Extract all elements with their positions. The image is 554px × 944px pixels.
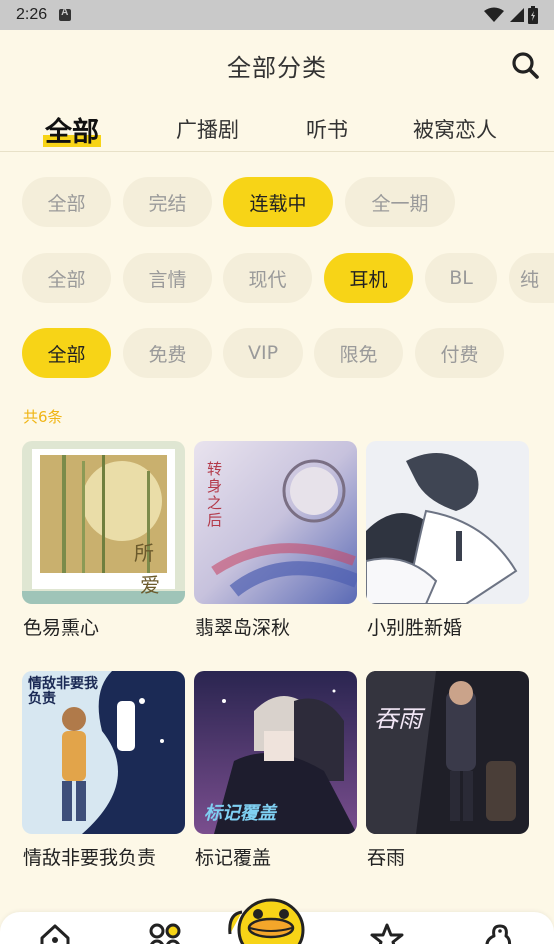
item-title: 情敌非要我负责 <box>23 847 157 869</box>
tab-audiobook[interactable]: 听书 <box>306 114 348 144</box>
cover-image <box>366 441 529 604</box>
app-header: 全部分类 <box>0 30 554 100</box>
item-title: 翡翠岛深秋 <box>195 617 291 639</box>
profile-duck-icon[interactable] <box>480 922 514 944</box>
chip-status-ongoing[interactable]: 连载中 <box>223 177 333 227</box>
list-item[interactable]: 转身之后 翡翠岛深秋 <box>194 441 357 639</box>
battery-icon <box>528 6 538 24</box>
chip-status-finished[interactable]: 完结 <box>123 177 212 227</box>
status-icons <box>484 6 538 24</box>
chip-price-vip[interactable]: VIP <box>223 328 303 378</box>
home-icon[interactable] <box>38 922 72 944</box>
search-icon[interactable] <box>510 50 540 80</box>
cover-text: 吞雨 <box>374 705 422 733</box>
cover-text: 标记覆盖 <box>204 803 276 824</box>
item-title: 吞雨 <box>367 847 406 869</box>
cover-image: 转身之后 <box>194 441 357 604</box>
tab-bed-lover[interactable]: 被窝恋人 <box>413 114 497 144</box>
signal-icon <box>510 8 524 22</box>
chip-status-single[interactable]: 全一期 <box>345 177 455 227</box>
tab-radio-drama[interactable]: 广播剧 <box>176 114 239 144</box>
star-icon[interactable] <box>370 922 404 944</box>
chip-price-limited-free[interactable]: 限免 <box>314 328 403 378</box>
list-item[interactable]: 情敌非要我负责 情敌非要我负责 <box>22 671 185 869</box>
chip-genre-romance[interactable]: 言情 <box>123 253 212 303</box>
item-title: 色易熏心 <box>23 617 100 639</box>
cover-text: 爱 <box>140 573 160 597</box>
status-bar: 2:26 <box>0 0 554 30</box>
notification-icon <box>59 7 72 21</box>
list-item[interactable]: 标记覆盖 标记覆盖 <box>194 671 357 869</box>
page-title: 全部分类 <box>227 53 327 82</box>
cover-text: 所 <box>134 541 154 565</box>
result-count: 共6条 <box>23 408 63 426</box>
cover-image: 标记覆盖 <box>194 671 357 834</box>
status-time: 2:26 <box>16 6 48 23</box>
chip-price-paid[interactable]: 付费 <box>415 328 504 378</box>
duck-mascot-icon[interactable] <box>228 894 314 944</box>
cover-text: 情敌非要我负责 <box>28 676 98 707</box>
cover-image: 吞雨 <box>366 671 529 834</box>
cover-text: 转身之后 <box>205 461 223 529</box>
chip-genre-bl[interactable]: BL <box>425 253 497 303</box>
tab-all[interactable]: 全部 <box>43 110 101 149</box>
chip-price-free[interactable]: 免费 <box>123 328 212 378</box>
list-item[interactable]: 所 爱 色易熏心 <box>22 441 185 639</box>
chip-genre-modern[interactable]: 现代 <box>223 253 312 303</box>
cover-image: 所 爱 <box>22 441 185 604</box>
category-icon[interactable] <box>148 922 182 944</box>
chip-genre-all[interactable]: 全部 <box>22 253 111 303</box>
list-item[interactable]: 吞雨 吞雨 <box>366 671 529 869</box>
chip-price-all[interactable]: 全部 <box>22 328 111 378</box>
category-tabs: 全部 广播剧 听书 被窝恋人 <box>0 100 554 152</box>
cover-image: 情敌非要我负责 <box>22 671 185 834</box>
chip-genre-pure[interactable]: 纯 <box>509 253 554 303</box>
item-title: 标记覆盖 <box>195 847 272 869</box>
wifi-icon <box>484 7 504 22</box>
item-title: 小别胜新婚 <box>367 617 463 639</box>
chip-genre-earphone[interactable]: 耳机 <box>324 253 413 303</box>
list-item[interactable]: 小别胜新婚 <box>366 441 529 639</box>
chip-status-all[interactable]: 全部 <box>22 177 111 227</box>
